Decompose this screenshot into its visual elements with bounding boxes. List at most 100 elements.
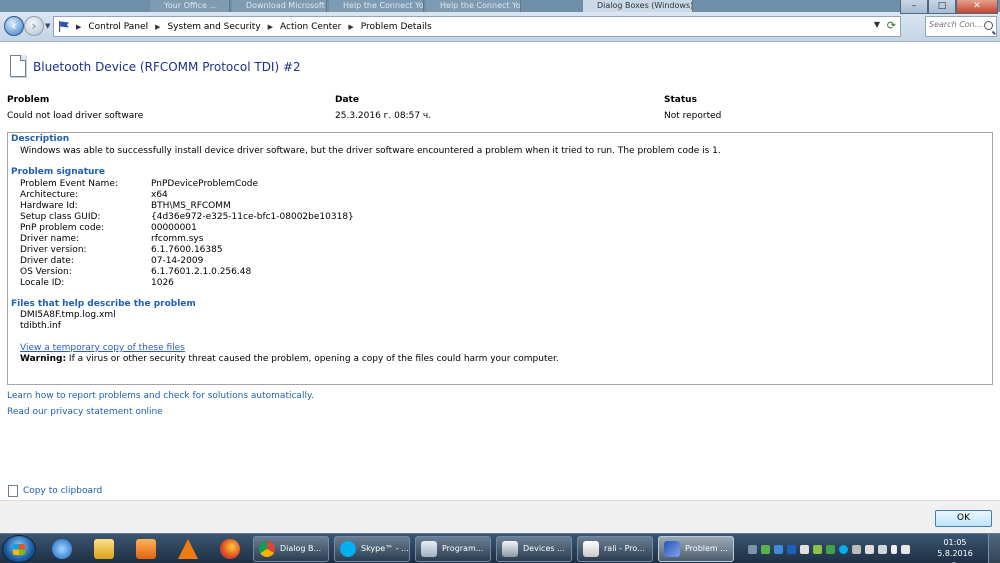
- document-icon: [10, 55, 26, 77]
- show-hidden-icons-icon[interactable]: [748, 544, 757, 554]
- date-value: 25.3.2016 г. 08:57 ч.: [335, 111, 432, 121]
- tray-app-icon[interactable]: [800, 544, 809, 554]
- breadcrumb-control-panel[interactable]: Control Panel: [88, 22, 148, 32]
- breadcrumb-action-center[interactable]: Action Center: [280, 22, 341, 32]
- tray-app-icon[interactable]: [813, 544, 822, 554]
- network-icon[interactable]: [878, 544, 887, 554]
- clock[interactable]: 01:05 5.8.2016 г.: [935, 537, 975, 563]
- background-browser-tabs: Your Office ... Download Microsoft ... H…: [0, 0, 1000, 12]
- taskbar-item-skype[interactable]: Skype™ - ...: [334, 536, 410, 562]
- minimize-button[interactable]: –: [900, 0, 928, 14]
- volume-icon[interactable]: [901, 544, 910, 554]
- bluetooth-icon[interactable]: [787, 544, 796, 554]
- folder-icon: [583, 541, 599, 557]
- task-label: Devices ...: [523, 544, 565, 553]
- tray-app-icon[interactable]: [774, 544, 783, 554]
- view-temporary-copy-link[interactable]: View a temporary copy of these files: [20, 343, 185, 353]
- vlc-icon[interactable]: [170, 536, 206, 562]
- task-label: Dialog B...: [280, 544, 322, 553]
- signature-label: OS Version:: [20, 267, 72, 277]
- ok-button[interactable]: OK: [935, 510, 992, 527]
- clipboard-icon[interactable]: [8, 485, 18, 497]
- warning-text: If a virus or other security threat caus…: [66, 354, 559, 364]
- taskbar-item-devices[interactable]: Devices ...: [496, 536, 572, 562]
- media-player-icon[interactable]: [128, 536, 164, 562]
- signature-value: 1026: [151, 278, 174, 288]
- window-controls: – □ ✕: [900, 0, 998, 14]
- browser-tab[interactable]: Help the Connect Your C...: [329, 0, 424, 12]
- show-desktop-button[interactable]: [988, 534, 1000, 563]
- signature-label: Setup class GUID:: [20, 212, 101, 222]
- signature-value: BTH\MS_RFCOMM: [151, 201, 231, 211]
- search-input[interactable]: [929, 20, 985, 29]
- clock-date: 5.8.2016 г.: [937, 549, 973, 563]
- tray-app-icon[interactable]: [761, 544, 770, 554]
- close-button[interactable]: ✕: [956, 0, 998, 14]
- browser-tab[interactable]: Dialog Boxes (Windows): [583, 0, 693, 12]
- files-title: Files that help describe the problem: [11, 299, 196, 309]
- tray-app-icon[interactable]: [826, 544, 835, 554]
- chrome-icon: [259, 541, 275, 557]
- signature-label: PnP problem code:: [20, 223, 105, 233]
- task-label: Problem ...: [685, 544, 728, 553]
- browser-tab[interactable]: Your Office ...: [150, 0, 230, 12]
- maximize-button[interactable]: □: [928, 0, 956, 14]
- signature-label: Driver name:: [20, 234, 80, 244]
- signature-value: 00000001: [151, 223, 197, 233]
- taskbar-item-problem-details[interactable]: Problem ...: [658, 536, 734, 562]
- search-box[interactable]: [925, 16, 997, 37]
- warning-label: Warning:: [20, 354, 67, 364]
- task-label: rali - Pro...: [604, 544, 645, 553]
- back-button[interactable]: ‹: [4, 16, 24, 36]
- file-item: tdibth.inf: [20, 321, 61, 331]
- warning-message: Warning: If a virus or other security th…: [20, 354, 559, 364]
- description-text: Windows was able to successfully install…: [20, 146, 721, 156]
- address-bar[interactable]: ▶ Control Panel ▶ System and Security ▶ …: [53, 16, 901, 37]
- battery-icon[interactable]: [891, 544, 897, 554]
- address-dropdown-icon[interactable]: ▼: [874, 20, 880, 29]
- recent-pages-dropdown-icon[interactable]: ▼: [45, 22, 50, 30]
- status-value: Not reported: [664, 111, 722, 121]
- breadcrumb-separator-icon[interactable]: ▶: [155, 23, 160, 31]
- breadcrumb-separator-icon[interactable]: ▶: [348, 23, 353, 31]
- navigation-bar: ‹ › ▼ ▶ Control Panel ▶ System and Secur…: [0, 12, 1000, 42]
- search-icon[interactable]: [984, 21, 993, 30]
- signature-value: 07-14-2009: [151, 256, 204, 266]
- page-title: Bluetooth Device (RFCOMM Protocol TDI) #…: [33, 60, 301, 74]
- problem-signature-title: Problem signature: [11, 167, 105, 177]
- tray-app-icon[interactable]: [852, 544, 861, 554]
- signature-label: Locale ID:: [20, 278, 65, 288]
- browser-tab[interactable]: Help the Connect Your C...: [426, 0, 521, 12]
- taskbar-item-dialog-boxes[interactable]: Dialog B...: [253, 536, 329, 562]
- breadcrumb-problem-details[interactable]: Problem Details: [361, 22, 432, 32]
- browser-tab[interactable]: Download Microsoft ...: [232, 0, 327, 12]
- signature-label: Hardware Id:: [20, 201, 78, 211]
- breadcrumb: ▶ Control Panel ▶ System and Security ▶ …: [76, 17, 432, 36]
- breadcrumb-separator-icon[interactable]: ▶: [268, 23, 273, 31]
- window: Your Office ... Download Microsoft ... H…: [0, 0, 1000, 563]
- folder-icon[interactable]: [86, 536, 122, 562]
- taskbar-item-rali[interactable]: rali - Pro...: [577, 536, 653, 562]
- breadcrumb-system-and-security[interactable]: System and Security: [167, 22, 260, 32]
- internet-explorer-icon[interactable]: [44, 536, 80, 562]
- copy-to-clipboard-link[interactable]: Copy to clipboard: [23, 486, 102, 496]
- action-center-tray-icon[interactable]: [865, 544, 874, 554]
- task-label: Program...: [442, 544, 484, 553]
- problem-value: Could not load driver software: [7, 111, 144, 121]
- learn-how-to-report-link[interactable]: Learn how to report problems and check f…: [7, 391, 314, 401]
- action-center-icon: [664, 541, 680, 557]
- privacy-statement-link[interactable]: Read our privacy statement online: [7, 407, 163, 417]
- clock-time: 01:05: [943, 538, 967, 547]
- signature-value: PnPDeviceProblemCode: [151, 179, 259, 189]
- action-center-flag-icon: [59, 21, 69, 32]
- breadcrumb-separator-icon[interactable]: ▶: [76, 23, 81, 31]
- skype-tray-icon[interactable]: [839, 544, 848, 554]
- firefox-icon[interactable]: [212, 536, 248, 562]
- forward-button[interactable]: ›: [24, 16, 44, 36]
- start-button[interactable]: [2, 535, 36, 563]
- taskbar-item-programs[interactable]: Program...: [415, 536, 491, 562]
- details-panel[interactable]: Description Windows was able to successf…: [7, 132, 993, 385]
- refresh-icon[interactable]: ⟳: [887, 19, 896, 32]
- taskbar: Dialog B... Skype™ - ... Program... Devi…: [0, 533, 1000, 563]
- signature-label: Architecture:: [20, 190, 79, 200]
